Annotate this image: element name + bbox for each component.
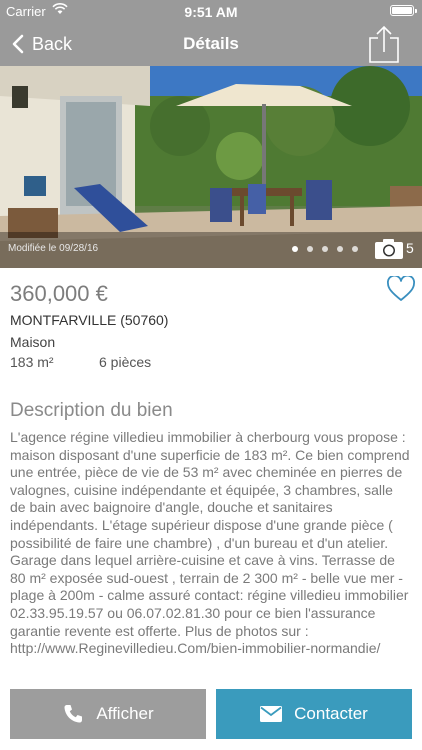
- camera-icon: [375, 239, 403, 259]
- description-title: Description du bien: [10, 400, 173, 421]
- page-dot[interactable]: [352, 246, 358, 252]
- back-button[interactable]: Back: [12, 32, 72, 56]
- heart-outline-icon: [387, 274, 415, 301]
- phone-icon: [64, 705, 83, 723]
- location: MONTFARVILLE (50760): [10, 312, 169, 328]
- page-dot[interactable]: [292, 246, 298, 252]
- page-indicator[interactable]: [292, 246, 358, 252]
- page-dot[interactable]: [307, 246, 313, 252]
- modified-date: Modifiée le 09/28/16: [8, 243, 99, 254]
- property-photo[interactable]: Modifiée le 09/28/16 5: [0, 66, 422, 268]
- surface-area: 183 m²: [10, 354, 54, 370]
- status-bar: Carrier 9:51 AM: [0, 0, 422, 22]
- price: 360,000 €: [10, 281, 108, 306]
- battery-icon: [390, 5, 417, 16]
- envelope-icon: [260, 706, 283, 722]
- show-phone-button[interactable]: Afficher: [10, 689, 206, 739]
- show-phone-label: Afficher: [96, 704, 154, 723]
- favorite-button[interactable]: [387, 274, 415, 302]
- back-label: Back: [32, 33, 73, 54]
- chevron-left-icon: [12, 34, 24, 54]
- page-dot[interactable]: [337, 246, 343, 252]
- share-button[interactable]: [364, 24, 404, 64]
- property-type: Maison: [10, 334, 56, 350]
- photo-gallery-button[interactable]: [374, 238, 404, 260]
- description-text: L'agence régine villedieu immobilier à c…: [10, 429, 410, 657]
- photo-count: 5: [406, 240, 414, 256]
- contact-button[interactable]: Contacter: [216, 689, 412, 739]
- navigation-bar: Back Détails: [0, 22, 422, 66]
- page-dot[interactable]: [322, 246, 328, 252]
- contact-label: Contacter: [294, 704, 368, 723]
- share-icon: [369, 25, 399, 63]
- room-count: 6 pièces: [99, 354, 152, 370]
- clock: 9:51 AM: [184, 4, 238, 20]
